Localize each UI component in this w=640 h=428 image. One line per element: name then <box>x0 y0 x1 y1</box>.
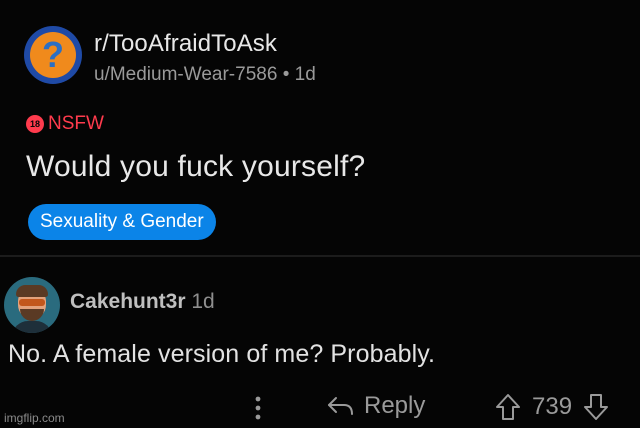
post-header: ? r/TooAfraidToAsk u/Medium-Wear-7586 • … <box>24 26 316 86</box>
vote-controls: 739 <box>494 392 610 422</box>
subreddit-avatar[interactable]: ? <box>24 26 82 84</box>
downvote-icon[interactable] <box>582 392 610 422</box>
divider <box>0 255 640 257</box>
post-meta: r/TooAfraidToAsk u/Medium-Wear-7586 • 1d <box>94 26 316 86</box>
vote-score: 739 <box>532 393 573 420</box>
nsfw-label: NSFW <box>48 113 104 134</box>
nsfw-18-icon: 18 <box>26 115 44 133</box>
reply-arrow-icon <box>328 397 353 415</box>
avatar-beard <box>20 309 44 321</box>
post-title[interactable]: Would you fuck yourself? <box>26 150 365 184</box>
reply-button[interactable]: Reply <box>326 392 425 420</box>
comment-avatar[interactable] <box>4 277 60 333</box>
comment-age: 1d <box>191 290 215 313</box>
more-dots-icon[interactable] <box>252 394 264 422</box>
post-author[interactable]: u/Medium-Wear-7586 <box>94 64 277 85</box>
separator-dot: • <box>282 64 295 85</box>
upvote-icon[interactable] <box>494 392 522 422</box>
reply-label: Reply <box>364 392 426 419</box>
comment-header: Cakehunt3r 1d <box>70 290 215 314</box>
comment-body: No. A female version of me? Probably. <box>8 340 436 368</box>
comment-username[interactable]: Cakehunt3r <box>70 290 186 313</box>
avatar-hair <box>16 285 48 297</box>
avatar-glasses <box>19 299 45 306</box>
comment-actions: Reply 739 <box>0 392 640 424</box>
post-age: 1d <box>294 64 316 85</box>
question-mark-icon: ? <box>30 32 76 78</box>
post-flair[interactable]: Sexuality & Gender <box>28 204 216 240</box>
nsfw-tag: 18 NSFW <box>26 113 104 135</box>
subreddit-name[interactable]: r/TooAfraidToAsk <box>94 30 316 58</box>
author-line: u/Medium-Wear-7586 • 1d <box>94 64 316 86</box>
avatar-body <box>12 321 52 333</box>
watermark: imgflip.com <box>4 411 65 425</box>
